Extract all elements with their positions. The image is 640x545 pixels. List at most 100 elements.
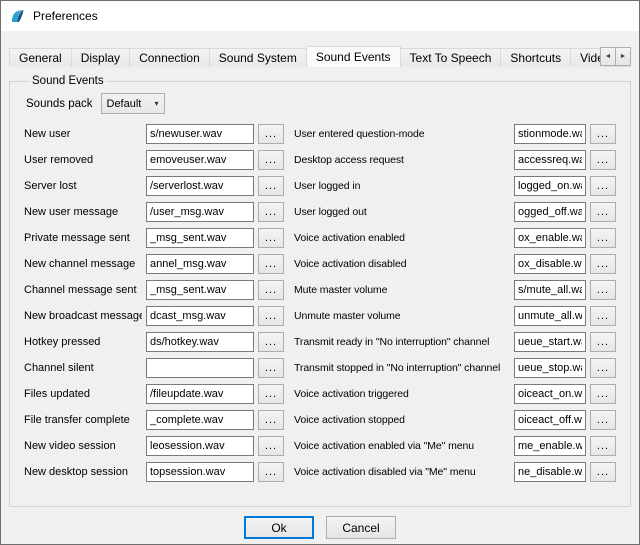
tab-scroller: ◄ ► (600, 47, 631, 66)
sound-event-label: New desktop session (24, 466, 142, 478)
browse-button[interactable]: ... (590, 436, 616, 456)
sound-file-input[interactable] (514, 124, 586, 144)
sound-event-label: Voice activation triggered (294, 388, 510, 400)
browse-button[interactable]: ... (590, 254, 616, 274)
sounds-pack-select[interactable]: Default ▾ (101, 93, 165, 114)
sound-event-row: Voice activation enabled via "Me" menu..… (294, 436, 616, 456)
browse-button[interactable]: ... (590, 150, 616, 170)
browse-button[interactable]: ... (258, 254, 284, 274)
sound-event-row: Files updated... (24, 384, 284, 404)
sound-event-row: Voice activation stopped... (294, 410, 616, 430)
sound-file-input[interactable] (146, 436, 254, 456)
ok-button[interactable]: Ok (244, 516, 314, 539)
sound-event-label: User entered question-mode (294, 128, 510, 140)
sound-file-input[interactable] (146, 306, 254, 326)
browse-button[interactable]: ... (590, 124, 616, 144)
browse-button[interactable]: ... (590, 176, 616, 196)
browse-button[interactable]: ... (258, 176, 284, 196)
sound-event-row: File transfer complete... (24, 410, 284, 430)
sound-file-input[interactable] (514, 150, 586, 170)
sound-event-label: Transmit stopped in "No interruption" ch… (294, 362, 510, 374)
browse-button[interactable]: ... (258, 436, 284, 456)
window-title: Preferences (33, 9, 98, 23)
sound-event-row: Channel message sent... (24, 280, 284, 300)
sound-file-input[interactable] (146, 410, 254, 430)
dialog-footer: Ok Cancel (9, 516, 631, 539)
sound-events-group: Sound Events Sounds pack Default ▾ New u… (9, 75, 631, 507)
tab-bar: GeneralDisplayConnectionSound SystemSoun… (9, 46, 631, 67)
browse-button[interactable]: ... (258, 124, 284, 144)
sound-file-input[interactable] (514, 254, 586, 274)
sound-file-input[interactable] (146, 150, 254, 170)
browse-button[interactable]: ... (590, 384, 616, 404)
browse-button[interactable]: ... (258, 280, 284, 300)
browse-button[interactable]: ... (590, 306, 616, 326)
tab-sound-system[interactable]: Sound System (209, 48, 307, 67)
browse-button[interactable]: ... (590, 462, 616, 482)
sound-file-input[interactable] (514, 228, 586, 248)
sound-file-input[interactable] (514, 436, 586, 456)
browse-button[interactable]: ... (258, 462, 284, 482)
sound-event-label: Channel silent (24, 362, 142, 374)
sound-file-input[interactable] (514, 306, 586, 326)
sound-file-input[interactable] (514, 280, 586, 300)
sound-file-input[interactable] (514, 358, 586, 378)
sound-event-label: Voice activation disabled via "Me" menu (294, 466, 510, 478)
browse-button[interactable]: ... (258, 306, 284, 326)
sound-events-columns: New user...User removed...Server lost...… (24, 124, 616, 488)
tab-text-to-speech[interactable]: Text To Speech (400, 48, 502, 67)
browse-button[interactable]: ... (258, 358, 284, 378)
sound-event-row: Desktop access request... (294, 150, 616, 170)
browse-button[interactable]: ... (258, 202, 284, 222)
sound-file-input[interactable] (146, 332, 254, 352)
browse-button[interactable]: ... (258, 384, 284, 404)
browse-button[interactable]: ... (590, 332, 616, 352)
sound-file-input[interactable] (146, 202, 254, 222)
browse-button[interactable]: ... (258, 150, 284, 170)
sound-event-row: User removed... (24, 150, 284, 170)
preferences-dialog: Preferences GeneralDisplayConnectionSoun… (0, 0, 640, 545)
browse-button[interactable]: ... (258, 332, 284, 352)
tab-scroll-right-button[interactable]: ► (615, 47, 631, 66)
sound-event-label: User removed (24, 154, 142, 166)
sound-event-row: Hotkey pressed... (24, 332, 284, 352)
browse-button[interactable]: ... (590, 280, 616, 300)
group-title: Sound Events (29, 75, 107, 87)
sound-file-input[interactable] (514, 176, 586, 196)
sound-file-input[interactable] (514, 384, 586, 404)
sound-file-input[interactable] (146, 384, 254, 404)
sound-events-column-left: New user...User removed...Server lost...… (24, 124, 284, 488)
sound-file-input[interactable] (146, 124, 254, 144)
browse-button[interactable]: ... (590, 202, 616, 222)
tab-scroll-left-button[interactable]: ◄ (600, 47, 616, 66)
sound-file-input[interactable] (146, 176, 254, 196)
sound-file-input[interactable] (514, 202, 586, 222)
browse-button[interactable]: ... (590, 228, 616, 248)
sound-event-label: Private message sent (24, 232, 142, 244)
browse-button[interactable]: ... (590, 358, 616, 378)
sound-event-label: Server lost (24, 180, 142, 192)
tab-sound-events[interactable]: Sound Events (306, 46, 401, 67)
sound-event-row: User entered question-mode... (294, 124, 616, 144)
sound-file-input[interactable] (514, 462, 586, 482)
tab-shortcuts[interactable]: Shortcuts (500, 48, 571, 67)
sound-file-input[interactable] (146, 254, 254, 274)
dialog-content: GeneralDisplayConnectionSound SystemSoun… (1, 31, 639, 545)
sound-file-input[interactable] (146, 462, 254, 482)
tab-general[interactable]: General (9, 48, 72, 67)
sound-file-input[interactable] (146, 228, 254, 248)
tab-connection[interactable]: Connection (129, 48, 210, 67)
cancel-button[interactable]: Cancel (326, 516, 396, 539)
sound-file-input[interactable] (514, 332, 586, 352)
browse-button[interactable]: ... (258, 228, 284, 248)
tab-display[interactable]: Display (71, 48, 130, 67)
browse-button[interactable]: ... (258, 410, 284, 430)
sound-file-input[interactable] (146, 280, 254, 300)
browse-button[interactable]: ... (590, 410, 616, 430)
sound-event-label: Hotkey pressed (24, 336, 142, 348)
sound-event-label: New channel message (24, 258, 142, 270)
sound-event-label: New broadcast message (24, 310, 142, 322)
sound-file-input[interactable] (514, 410, 586, 430)
sound-file-input[interactable] (146, 358, 254, 378)
sound-event-label: Files updated (24, 388, 142, 400)
